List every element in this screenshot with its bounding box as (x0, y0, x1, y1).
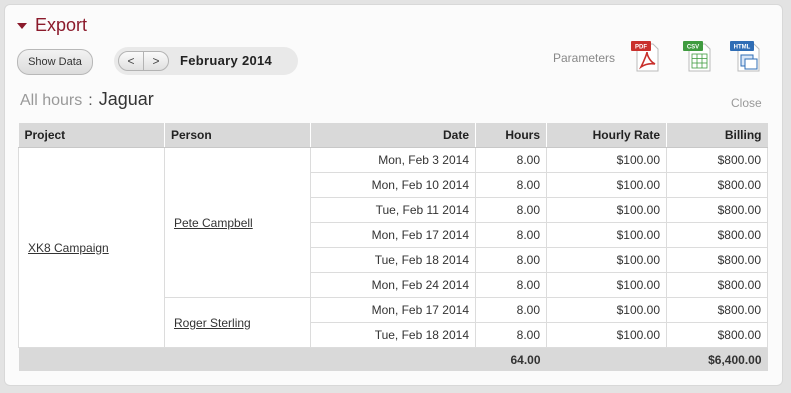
date-cell: Tue, Feb 18 2014 (310, 322, 476, 348)
breadcrumb-separator: : (88, 92, 93, 109)
hours-cell: 8.00 (475, 222, 547, 248)
export-header[interactable]: Export (17, 13, 87, 37)
rate-cell: $100.00 (546, 272, 667, 298)
hours-cell: 8.00 (475, 147, 547, 173)
hours-cell: 8.00 (475, 247, 547, 273)
show-data-button[interactable]: Show Data (17, 49, 93, 75)
rate-cell: $100.00 (546, 197, 667, 223)
person-cell: Roger Sterling (164, 297, 311, 348)
next-month-button[interactable]: > (143, 51, 169, 71)
hours-cell: 8.00 (475, 322, 547, 348)
project-link[interactable]: XK8 Campaign (28, 241, 109, 255)
billing-cell: $800.00 (666, 172, 768, 198)
rate-cell: $100.00 (546, 172, 667, 198)
column-header-hourly-rate[interactable]: Hourly Rate (546, 123, 667, 148)
person-link[interactable]: Roger Sterling (174, 316, 251, 330)
date-cell: Mon, Feb 10 2014 (310, 172, 476, 198)
parameters-link[interactable]: Parameters (553, 51, 615, 65)
date-cell: Mon, Feb 24 2014 (310, 272, 476, 298)
billing-cell: $800.00 (666, 197, 768, 223)
date-cell: Tue, Feb 11 2014 (310, 197, 476, 223)
breadcrumb-current: Jaguar (98, 89, 154, 109)
table-row: XK8 Campaign Pete Campbell Mon, Feb 3 20… (18, 147, 768, 348)
rate-cell: $100.00 (546, 247, 667, 273)
totals-empty-cell (310, 347, 476, 371)
totals-row: 64.00 $6,400.00 (18, 347, 768, 371)
person-cell: Pete Campbell (164, 147, 311, 298)
html-badge-label: HTML (734, 45, 751, 51)
date-cell: Mon, Feb 3 2014 (310, 147, 476, 173)
csv-export-icon[interactable]: CSV (679, 39, 715, 73)
billing-cell: $800.00 (666, 147, 768, 173)
prev-month-button[interactable]: < (118, 51, 144, 71)
html-export-icon[interactable]: HTML (728, 39, 764, 73)
hours-cell: 8.00 (475, 197, 547, 223)
billing-cell: $800.00 (666, 322, 768, 348)
hours-cell: 8.00 (475, 272, 547, 298)
caret-down-icon[interactable] (17, 23, 27, 29)
totals-empty-cell (18, 347, 165, 371)
date-cell: Mon, Feb 17 2014 (310, 222, 476, 248)
billing-cell: $800.00 (666, 222, 768, 248)
column-header-billing[interactable]: Billing (666, 123, 768, 148)
rate-cell: $100.00 (546, 297, 667, 323)
export-title[interactable]: Export (35, 15, 87, 36)
person-link[interactable]: Pete Campbell (174, 216, 253, 230)
hours-cell: 8.00 (475, 297, 547, 323)
billing-cell: $800.00 (666, 272, 768, 298)
project-cell: XK8 Campaign (18, 147, 165, 348)
pdf-export-icon[interactable]: PDF (627, 39, 663, 73)
billing-cell: $800.00 (666, 247, 768, 273)
breadcrumb: All hours : Jaguar (20, 89, 154, 110)
hours-table: Project Person Date Hours Hourly Rate Bi… (18, 123, 768, 371)
rate-cell: $100.00 (546, 322, 667, 348)
breadcrumb-all-hours[interactable]: All hours (20, 92, 82, 110)
rate-cell: $100.00 (546, 147, 667, 173)
hours-cell: 8.00 (475, 172, 547, 198)
total-hours-cell: 64.00 (475, 347, 547, 371)
table-header-row: Project Person Date Hours Hourly Rate Bi… (18, 123, 768, 148)
column-header-project[interactable]: Project (18, 123, 165, 148)
export-panel: Export Show Data < > February 2014 Param… (4, 4, 783, 386)
billing-cell: $800.00 (666, 297, 768, 323)
close-link[interactable]: Close (731, 96, 762, 110)
pdf-badge-label: PDF (635, 45, 647, 51)
date-navigator: < > February 2014 (114, 47, 298, 75)
column-header-date[interactable]: Date (310, 123, 476, 148)
csv-badge-label: CSV (687, 45, 699, 51)
totals-empty-cell (164, 347, 311, 371)
date-cell: Tue, Feb 18 2014 (310, 247, 476, 273)
column-header-hours[interactable]: Hours (475, 123, 547, 148)
month-label: February 2014 (180, 53, 273, 68)
column-header-person[interactable]: Person (164, 123, 311, 148)
date-cell: Mon, Feb 17 2014 (310, 297, 476, 323)
totals-empty-cell (546, 347, 667, 371)
rate-cell: $100.00 (546, 222, 667, 248)
total-billing-cell: $6,400.00 (666, 347, 768, 371)
